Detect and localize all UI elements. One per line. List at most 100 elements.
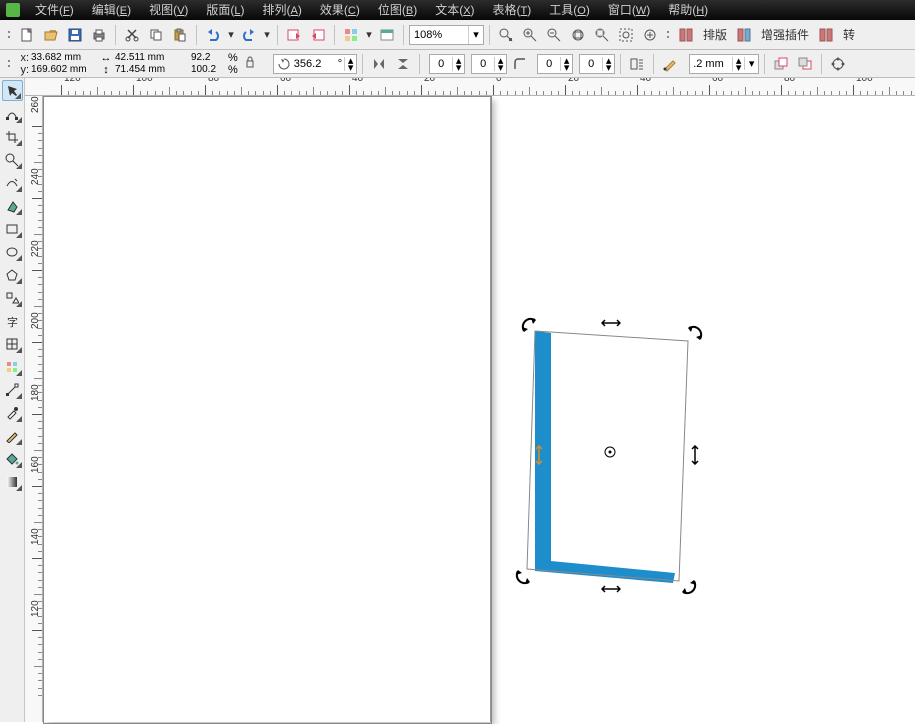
paiban-icon[interactable]	[675, 24, 697, 46]
menu-a[interactable]: 排列(A)	[254, 0, 311, 21]
zoom-all-button[interactable]	[639, 24, 661, 46]
interactive-tool[interactable]	[2, 379, 23, 400]
export-button[interactable]	[307, 24, 329, 46]
app-launcher-button[interactable]	[340, 24, 362, 46]
convert-curves-button[interactable]	[827, 53, 849, 75]
skew-handle-right[interactable]	[689, 445, 701, 465]
mirror-v-button[interactable]	[392, 53, 414, 75]
zoom-in-button[interactable]	[519, 24, 541, 46]
welcome-button[interactable]	[376, 24, 398, 46]
rectangle-tool[interactable]	[2, 218, 23, 239]
copy-button[interactable]	[145, 24, 167, 46]
freehand-tool[interactable]	[2, 172, 23, 193]
drawing-canvas[interactable]	[43, 96, 915, 722]
to-back-button[interactable]	[794, 53, 816, 75]
import-button[interactable]	[283, 24, 305, 46]
eyedropper-tool[interactable]	[2, 402, 23, 423]
zoom-input[interactable]	[410, 26, 468, 44]
x-input[interactable]	[31, 52, 89, 64]
zoom-tool[interactable]	[2, 149, 23, 170]
grip-icon[interactable]	[665, 24, 671, 46]
print-button[interactable]	[88, 24, 110, 46]
menu-v[interactable]: 视图(V)	[140, 0, 197, 21]
zoom-selection-button[interactable]	[615, 24, 637, 46]
zoom-level-combo[interactable]: ▾	[409, 25, 484, 45]
basic-shapes-tool[interactable]	[2, 287, 23, 308]
open-button[interactable]	[40, 24, 62, 46]
undo-dropdown[interactable]: ▾	[226, 24, 236, 46]
new-button[interactable]	[16, 24, 38, 46]
snap-button[interactable]	[495, 24, 517, 46]
rotate-handle-tl[interactable]	[521, 317, 539, 335]
rotate-handle-bl[interactable]	[515, 567, 533, 585]
crop-tool[interactable]	[2, 126, 23, 147]
scale-x-input[interactable]	[191, 52, 225, 64]
outline-width-input[interactable]	[690, 55, 732, 73]
menu-o[interactable]: 工具(O)	[540, 0, 599, 21]
chevron-down-icon[interactable]: ▾	[468, 26, 483, 44]
paste-button[interactable]	[169, 24, 191, 46]
outline-tool[interactable]	[2, 425, 23, 446]
shape-tool[interactable]	[2, 103, 23, 124]
menu-l[interactable]: 版面(L)	[197, 0, 253, 21]
polygon-tool[interactable]	[2, 264, 23, 285]
text-tool[interactable]: 字	[2, 310, 23, 331]
rotation-field[interactable]: ° ▴▾	[273, 54, 357, 74]
menu-f[interactable]: 文件(F)	[26, 0, 83, 21]
width-input[interactable]	[115, 52, 171, 64]
menu-w[interactable]: 窗口(W)	[599, 0, 659, 21]
zoom-out-button[interactable]	[543, 24, 565, 46]
grip-icon[interactable]	[6, 24, 12, 46]
skew-handle-left[interactable]	[533, 445, 545, 465]
skew-handle-top[interactable]	[601, 317, 621, 329]
chevron-down-icon[interactable]: ▾	[744, 57, 758, 70]
interactive-fill-tool[interactable]	[2, 471, 23, 492]
spinner-4[interactable]: ▴▾	[579, 54, 615, 74]
smart-fill-tool[interactable]	[2, 195, 23, 216]
rotation-center-icon[interactable]	[603, 445, 617, 459]
outline-width-combo[interactable]: ▴▾ ▾	[689, 54, 759, 74]
ellipse-tool[interactable]	[2, 241, 23, 262]
scale-y-input[interactable]	[191, 64, 225, 76]
menu-c[interactable]: 效果(C)	[311, 0, 369, 21]
plugin-label[interactable]: 增强插件	[757, 26, 813, 43]
dimension-tool[interactable]	[2, 356, 23, 377]
menu-h[interactable]: 帮助(H)	[659, 0, 717, 21]
spinner-2[interactable]: ▴▾	[471, 54, 507, 74]
height-input[interactable]	[115, 64, 171, 76]
to-front-button[interactable]	[770, 53, 792, 75]
zoom-fit-button[interactable]	[567, 24, 589, 46]
rotation-input[interactable]	[294, 55, 336, 73]
y-input[interactable]	[31, 64, 89, 76]
paiban-label[interactable]: 排版	[699, 26, 731, 43]
spinner-1[interactable]: ▴▾	[429, 54, 465, 74]
corner-style-button[interactable]	[509, 53, 531, 75]
redo-dropdown[interactable]: ▾	[262, 24, 272, 46]
app-launcher-dropdown[interactable]: ▾	[364, 24, 374, 46]
save-button[interactable]	[64, 24, 86, 46]
redo-button[interactable]	[238, 24, 260, 46]
mirror-h-button[interactable]	[368, 53, 390, 75]
rotation-spinner[interactable]: ▴▾	[344, 57, 356, 71]
menu-t[interactable]: 表格(T)	[484, 0, 541, 21]
grip-icon[interactable]	[6, 53, 12, 75]
rotate-handle-tr[interactable]	[685, 325, 703, 343]
undo-button[interactable]	[202, 24, 224, 46]
rotate-handle-br[interactable]	[679, 577, 697, 595]
menu-x[interactable]: 文本(X)	[426, 0, 483, 21]
convert-icon[interactable]	[815, 24, 837, 46]
pick-tool[interactable]	[2, 80, 23, 101]
wrap-text-button[interactable]	[626, 53, 648, 75]
spinner-3[interactable]: ▴▾	[537, 54, 573, 74]
plugin-icon[interactable]	[733, 24, 755, 46]
cut-button[interactable]	[121, 24, 143, 46]
skew-handle-bottom[interactable]	[601, 583, 621, 595]
menu-e[interactable]: 编辑(E)	[83, 0, 140, 21]
horizontal-ruler[interactable]: 12010080604020020406080100	[25, 78, 915, 96]
fill-tool[interactable]	[2, 448, 23, 469]
zoom-page-button[interactable]	[591, 24, 613, 46]
menu-b[interactable]: 位图(B)	[369, 0, 426, 21]
selected-object[interactable]	[523, 311, 703, 591]
vertical-ruler[interactable]: 260240220200180160140120	[25, 96, 43, 722]
table-tool[interactable]	[2, 333, 23, 354]
